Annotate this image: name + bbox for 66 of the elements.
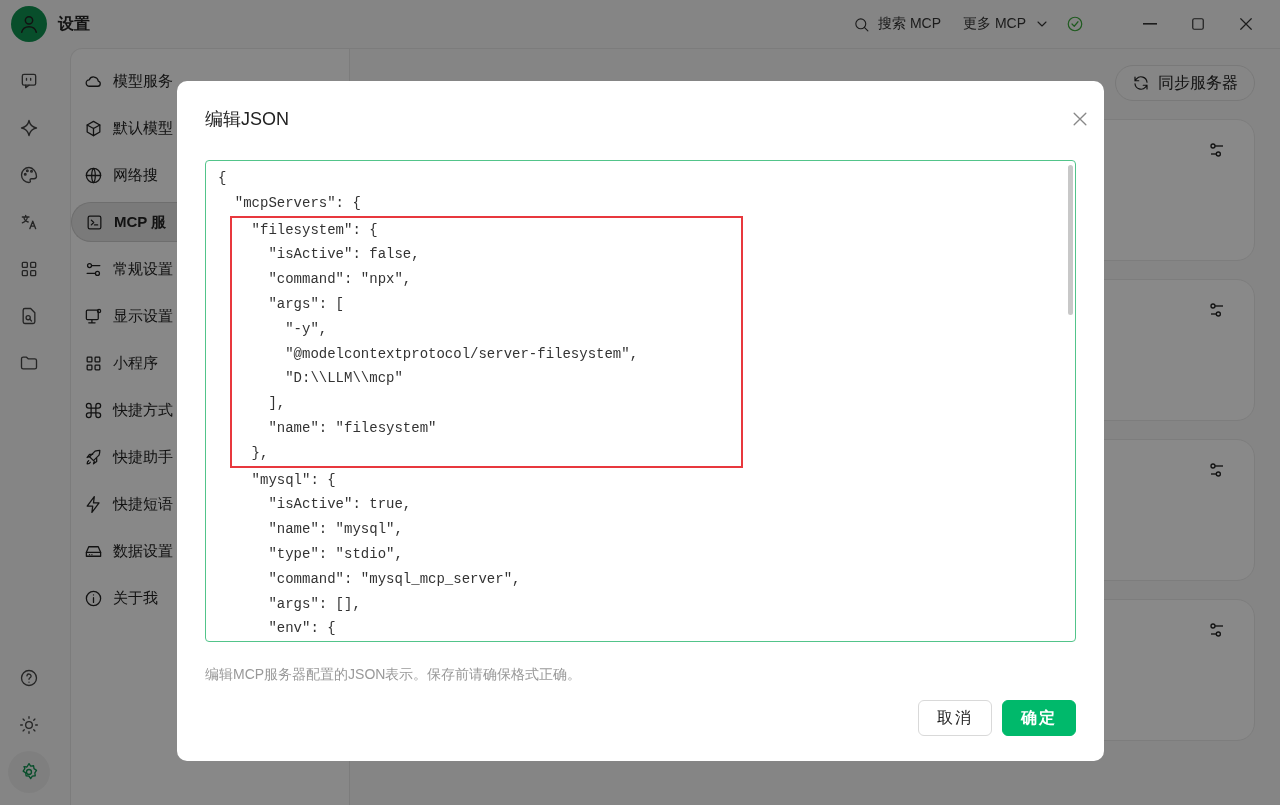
code-line: "name": "filesystem" [267,418,437,438]
code-line: { [218,169,227,188]
command-icon [84,400,103,420]
help-icon [19,668,39,688]
code-line: "@modelcontextprotocol/server-filesystem", [284,344,639,364]
window-title: 设置 [58,13,90,34]
grid-icon [19,259,39,279]
code-line: "args": [ [267,295,345,314]
nav-item[interactable]: 默认模型 [71,108,178,148]
globe-icon [84,165,103,185]
code-line: ], [267,394,286,414]
sliders-icon[interactable] [1209,142,1225,158]
settings-button[interactable] [8,751,50,793]
sliders-icon[interactable] [1209,462,1225,478]
code-line: "isActive": false, [267,245,420,265]
sun-icon [19,715,39,735]
code-line: "args": [], [267,594,361,614]
code-line: "-y", [284,319,328,339]
code-line: "env": { [267,619,336,639]
sparkle-icon [19,118,39,138]
hint-text: 编辑MCP服务器配置的JSON表示。保存前请确保格式正确。 [205,666,583,684]
sliders-icon[interactable] [1209,302,1225,318]
nav-item[interactable]: 网络搜 [71,155,178,195]
maximize-icon [1189,15,1207,33]
rocket-icon [84,447,103,467]
code-line: "name": "mysql", [267,520,403,540]
nav-item[interactable]: 快捷方式 [71,390,178,430]
code-line: "mysql": { [250,470,336,490]
nav-item[interactable]: 显示设置 [71,296,178,336]
sliders-icon[interactable] [1209,622,1225,638]
monitor-icon [84,306,103,326]
nav-item[interactable]: 数据设置 [71,531,178,571]
dialog-title: 编辑JSON [205,108,289,131]
nav-item[interactable]: MCP 服 [71,202,178,242]
code-line: "command": "npx", [267,270,412,290]
chat-icon [19,71,39,91]
lightning-icon [84,494,103,514]
code-line: "filesystem": { [250,220,378,240]
nav-item[interactable]: 关于我 [71,578,178,618]
scroll-thumb[interactable] [1068,165,1073,315]
info-icon [84,588,103,608]
cancel-button[interactable]: 取消 [918,700,992,736]
minimize-icon [1143,23,1157,25]
close-icon [1237,15,1255,33]
nav-item[interactable]: 小程序 [71,343,178,383]
code-line: "D:\\LLM\\mcp" [284,369,403,389]
translate-icon [19,212,39,232]
code-line: "mcpServers": { [233,193,361,213]
nav-item[interactable]: 快捷助手 [71,437,178,477]
code-line: "type": "stdio", [267,544,403,564]
search-icon [853,15,870,33]
nav-item[interactable]: 快捷短语 [71,484,178,524]
avatar[interactable] [11,6,47,42]
nav-item[interactable]: 模型服务 [71,61,178,101]
palette-icon [19,165,39,185]
more-dropdown[interactable]: 更多 MCP [963,15,1050,33]
sync-button[interactable]: 同步服务器 [1115,65,1255,101]
code-line: }, [250,443,269,463]
search-button[interactable]: 搜索 MCP [853,15,941,33]
json-editor[interactable] [205,160,1076,642]
refresh-icon [1132,74,1150,92]
nav-item[interactable]: 常规设置 [71,249,178,289]
check-circle-icon [1066,15,1084,33]
cube-icon [84,118,103,138]
code-line: "command": "mysql_mcp_server", [267,569,521,589]
code-line: "isActive": true, [267,495,412,515]
